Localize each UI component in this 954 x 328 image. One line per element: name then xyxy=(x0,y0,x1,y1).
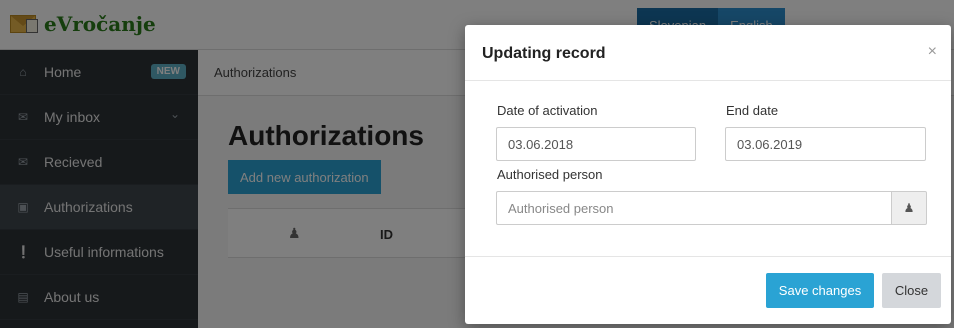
save-changes-button[interactable]: Save changes xyxy=(766,273,874,308)
modal-title: Updating record xyxy=(482,45,606,62)
date-of-activation-field[interactable] xyxy=(496,127,696,161)
date-of-activation-label: Date of activation xyxy=(497,103,598,118)
user-icon[interactable]: ♟ xyxy=(891,191,927,225)
modal-header: Updating record × xyxy=(465,25,951,81)
modal-footer xyxy=(465,256,951,324)
end-date-field[interactable] xyxy=(725,127,926,161)
close-icon[interactable]: × xyxy=(928,43,937,61)
authorised-person-label: Authorised person xyxy=(497,167,603,182)
end-date-label: End date xyxy=(726,103,779,118)
close-button[interactable]: Close xyxy=(882,273,941,308)
update-record-modal: Updating record × Date of activation End… xyxy=(465,25,951,324)
authorised-person-field[interactable] xyxy=(496,191,892,225)
